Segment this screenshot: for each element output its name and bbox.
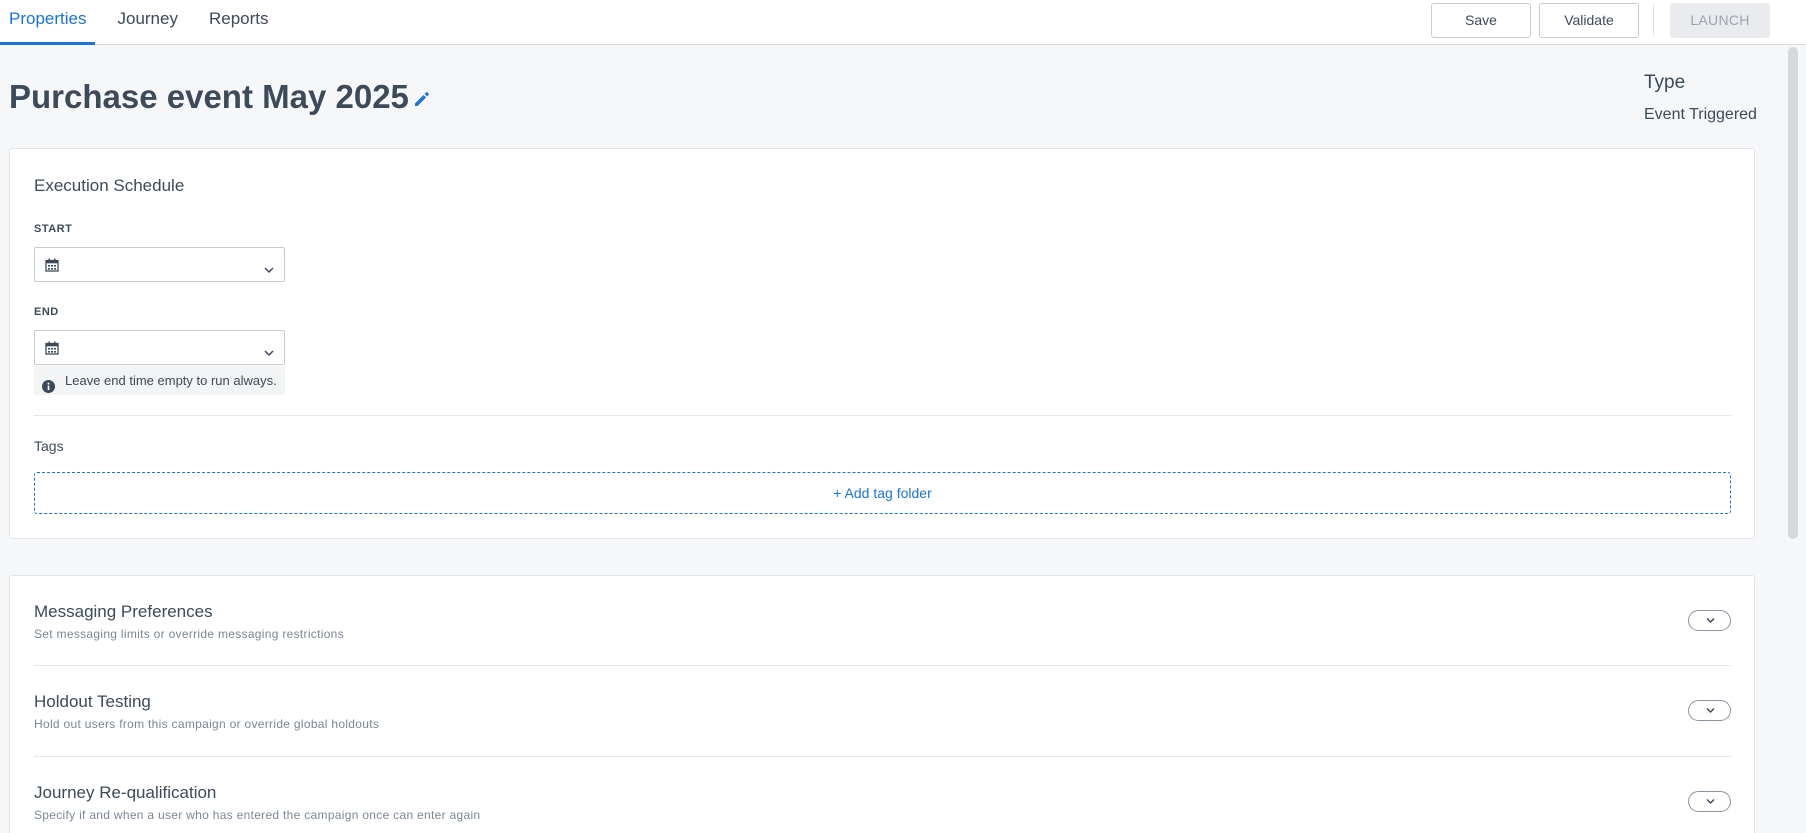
section-divider	[34, 415, 1731, 416]
calendar-icon	[45, 258, 59, 272]
chevron-down-icon	[1706, 617, 1715, 624]
tab-journey[interactable]: Journey	[108, 0, 186, 45]
messaging-preferences-section: Messaging Preferences Set messaging limi…	[34, 602, 1731, 672]
tab-reports[interactable]: Reports	[200, 0, 278, 45]
chevron-down-icon	[1706, 798, 1715, 805]
end-label: END	[34, 306, 59, 318]
tags-label: Tags	[34, 438, 64, 454]
holdout-testing-title: Holdout Testing	[34, 692, 151, 711]
end-time-hint: Leave end time empty to run always.	[34, 366, 285, 395]
tab-properties[interactable]: Properties	[0, 0, 96, 45]
page-title: Purchase event May 2025	[9, 78, 409, 115]
chevron-down-icon	[1706, 707, 1715, 714]
validate-button[interactable]: Validate	[1539, 2, 1639, 38]
scrollbar-track[interactable]	[1782, 45, 1806, 833]
journey-requalification-section: Journey Re-qualification Specify if and …	[34, 783, 1731, 833]
end-time-hint-text: Leave end time empty to run always.	[65, 373, 277, 388]
end-date-field[interactable]	[34, 330, 285, 365]
calendar-icon	[45, 341, 59, 355]
holdout-testing-section: Holdout Testing Hold out users from this…	[34, 692, 1731, 762]
toolbar-actions: Save Validate LAUNCH	[1431, 2, 1806, 38]
messaging-preferences-expand-button[interactable]	[1688, 610, 1731, 631]
journey-requalification-title: Journey Re-qualification	[34, 783, 217, 802]
section-divider	[34, 665, 1731, 666]
execution-schedule-card: Execution Schedule START END Leave end t…	[9, 148, 1755, 539]
chevron-down-icon	[264, 344, 274, 357]
execution-schedule-title: Execution Schedule	[34, 176, 185, 195]
holdout-testing-subtitle: Hold out users from this campaign or ove…	[34, 717, 380, 731]
messaging-preferences-title: Messaging Preferences	[34, 602, 213, 621]
settings-sections-card: Messaging Preferences Set messaging limi…	[9, 575, 1755, 833]
start-label: START	[34, 223, 73, 235]
messaging-preferences-subtitle: Set messaging limits or override messagi…	[34, 627, 344, 641]
journey-requalification-subtitle: Specify if and when a user who has enter…	[34, 808, 481, 822]
journey-requalification-expand-button[interactable]	[1688, 791, 1731, 812]
save-button[interactable]: Save	[1431, 2, 1531, 38]
info-icon	[42, 374, 55, 393]
launch-button[interactable]: LAUNCH	[1670, 2, 1770, 38]
tab-bar: Properties Journey Reports	[0, 0, 291, 45]
pencil-icon[interactable]	[412, 89, 432, 109]
toolbar-divider	[1653, 5, 1654, 35]
chevron-down-icon	[264, 261, 274, 274]
scrollbar-thumb[interactable]	[1788, 47, 1798, 539]
start-date-field[interactable]	[34, 247, 285, 282]
top-bar: Properties Journey Reports Save Validate…	[0, 0, 1806, 45]
holdout-testing-expand-button[interactable]	[1688, 700, 1731, 721]
add-tag-folder-button[interactable]: + Add tag folder	[34, 472, 1731, 514]
type-label: Type	[1644, 72, 1686, 93]
section-divider	[34, 756, 1731, 757]
type-value: Event Triggered	[1644, 106, 1757, 123]
